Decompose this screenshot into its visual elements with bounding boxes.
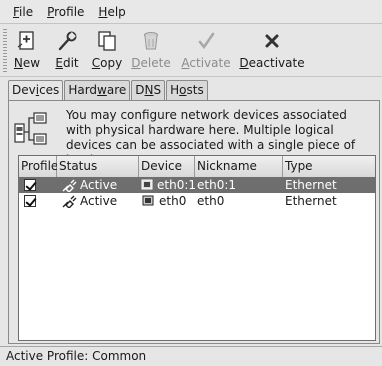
active-plug-icon (62, 195, 77, 208)
info-section: You may configure network devices associ… (9, 105, 379, 167)
network-devices-icon (14, 110, 48, 146)
copy-icon (95, 29, 119, 53)
edit-button[interactable]: Edit (50, 25, 84, 75)
ethernet-card-icon (141, 179, 154, 192)
copy-button[interactable]: Copy (90, 25, 124, 75)
status-text: Active (80, 193, 118, 208)
deactivate-button[interactable]: Deactivate (239, 25, 305, 75)
header-type[interactable]: Type (283, 156, 375, 177)
device-text: eth0 (159, 193, 187, 208)
profile-cell (19, 177, 57, 193)
table-row[interactable]: Active eth0 eth0 Ethernet (19, 193, 375, 209)
check-icon (194, 29, 218, 53)
list-header: Profile Status Device Nickname Type (19, 156, 375, 177)
devices-panel: You may configure network devices associ… (8, 100, 380, 344)
tab-hardware[interactable]: Hardware (64, 80, 131, 100)
toolbar-handle[interactable] (3, 29, 7, 73)
status-bar: Active Profile: Common (0, 346, 382, 366)
nickname-cell: eth0:1 (197, 177, 237, 192)
trash-icon (139, 29, 163, 53)
profile-checkbox[interactable] (24, 179, 36, 191)
header-nickname[interactable]: Nickname (195, 156, 283, 177)
nickname-cell: eth0 (197, 193, 225, 208)
device-list[interactable]: Profile Status Device Nickname Type Acti… (18, 155, 376, 341)
header-profile[interactable]: Profile (19, 156, 58, 177)
type-cell: Ethernet (285, 193, 337, 208)
device-text: eth0:1 (157, 177, 195, 192)
status-cell: Active (57, 193, 139, 209)
tab-dns[interactable]: DNS (131, 80, 166, 100)
header-device[interactable]: Device (139, 156, 195, 177)
type-cell: Ethernet (285, 177, 337, 192)
x-icon (260, 29, 284, 53)
menu-profile[interactable]: Profile (40, 2, 91, 22)
new-button[interactable]: New (10, 25, 44, 75)
device-cell: eth0:1 (139, 177, 195, 193)
table-row[interactable]: Active eth0:1 eth0:1 Ethernet (19, 177, 375, 193)
tab-bar: Devices Hardware DNS Hosts (8, 80, 209, 101)
header-status[interactable]: Status (57, 156, 139, 177)
menu-help[interactable]: Help (91, 2, 132, 22)
status-cell: Active (57, 177, 139, 193)
tab-devices[interactable]: Devices (8, 80, 64, 101)
status-text: Active (80, 177, 118, 192)
toolbar: New Edit Copy Delete Activate Deactivate (0, 25, 382, 77)
wrench-icon (55, 29, 79, 53)
profile-checkbox[interactable] (24, 195, 36, 207)
menubar: File Profile Help (0, 0, 382, 24)
menu-file[interactable]: File (6, 2, 40, 22)
device-cell: eth0 (139, 193, 195, 209)
ethernet-card-icon (141, 195, 156, 208)
tab-hosts[interactable]: Hosts (166, 80, 208, 100)
profile-cell (19, 193, 57, 209)
active-plug-icon (62, 179, 77, 192)
delete-button[interactable]: Delete (130, 25, 172, 75)
activate-button[interactable]: Activate (178, 25, 234, 75)
new-icon (15, 29, 39, 53)
